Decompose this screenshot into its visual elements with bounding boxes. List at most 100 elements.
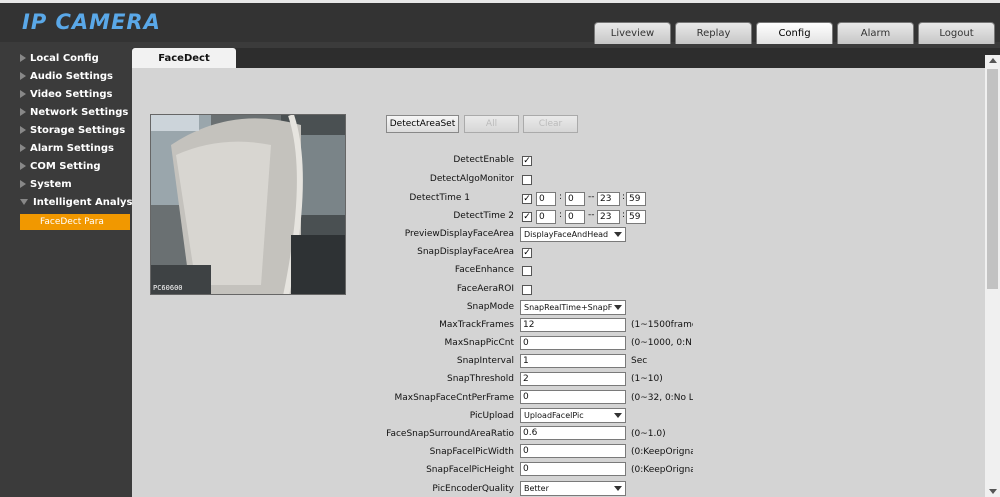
- detect-time-2-checkbox[interactable]: ✓: [522, 212, 532, 222]
- app-logo: IP CAMERA: [22, 10, 161, 34]
- all-button[interactable]: All: [464, 115, 519, 133]
- expand-arrow-icon: [20, 90, 26, 98]
- max-snap-pic-cnt-input[interactable]: 0: [520, 336, 626, 350]
- detect-time-1-end-minute[interactable]: 59: [626, 192, 646, 206]
- snap-facel-pic-width-input[interactable]: 0: [520, 444, 626, 458]
- pic-upload-label: PicUpload: [469, 411, 514, 421]
- max-snap-pic-cnt-label: MaxSnapPicCnt: [444, 338, 514, 348]
- tab-config[interactable]: Config: [756, 22, 833, 44]
- sidebar-item-audio-settings[interactable]: Audio Settings: [20, 68, 113, 85]
- detect-time-1-start-hour[interactable]: 0: [536, 192, 556, 206]
- detect-time-1-end-hour[interactable]: 23: [597, 192, 620, 206]
- detect-time-2-label: DetectTime 2: [453, 211, 514, 221]
- detect-enable-label: DetectEnable: [453, 155, 514, 165]
- sidebar-subitem-facedect-para[interactable]: FaceDect Para: [20, 214, 130, 230]
- preview-display-face-area-label: PreviewDisplayFaceArea: [404, 229, 514, 239]
- tab-alarm[interactable]: Alarm: [837, 22, 914, 44]
- expand-arrow-icon: [20, 108, 26, 116]
- detect-time-1-checkbox[interactable]: ✓: [522, 194, 532, 204]
- expand-arrow-icon: [20, 180, 26, 188]
- sub-tab-bar: [132, 48, 1000, 68]
- max-track-frames-input[interactable]: 12: [520, 318, 626, 332]
- detect-enable-checkbox[interactable]: ✓: [522, 156, 532, 166]
- scroll-up-arrow-icon[interactable]: [989, 58, 997, 63]
- time-dash: --: [588, 210, 595, 220]
- snap-facel-pic-height-label: SnapFacelPicHeight: [426, 465, 514, 475]
- detect-time-1-start-minute[interactable]: 0: [565, 192, 585, 206]
- tab-liveview[interactable]: Liveview: [594, 22, 671, 44]
- snap-display-face-area-checkbox[interactable]: ✓: [522, 248, 532, 258]
- snap-threshold-label: SnapThreshold: [447, 374, 514, 384]
- detect-time-2-end-minute[interactable]: 59: [626, 210, 646, 224]
- face-enhance-checkbox[interactable]: [522, 266, 532, 276]
- preview-label: PC60600: [153, 284, 183, 292]
- snap-display-face-area-label: SnapDisplayFaceArea: [417, 247, 514, 257]
- time-dash: --: [588, 192, 595, 202]
- snap-interval-input[interactable]: 1: [520, 354, 626, 368]
- snap-facel-pic-width-hint: (0:KeepOrigna: [631, 447, 693, 457]
- sidebar-item-local-config[interactable]: Local Config: [20, 50, 99, 67]
- face-enhance-label: FaceEnhance: [454, 265, 514, 275]
- expand-arrow-icon: [20, 144, 26, 152]
- vertical-scrollbar[interactable]: [985, 55, 1000, 497]
- expand-arrow-icon: [20, 72, 26, 80]
- detect-area-set-button[interactable]: DetectAreaSet: [386, 115, 459, 133]
- snap-facel-pic-height-input[interactable]: 0: [520, 462, 626, 476]
- pic-encoder-quality-select[interactable]: Better: [520, 481, 626, 496]
- max-snap-face-cnt-per-frame-hint: (0~32, 0:No L: [631, 393, 693, 403]
- tab-facedect[interactable]: FaceDect: [132, 48, 236, 69]
- snap-threshold-hint: (1~10): [631, 374, 663, 384]
- face-aera-roi-label: FaceAeraROI: [456, 284, 514, 294]
- max-track-frames-hint: (1~1500frame: [631, 320, 693, 330]
- time-colon: :: [622, 210, 626, 220]
- chevron-down-icon: [614, 305, 622, 310]
- sidebar-item-intelligent-analysis[interactable]: Intelligent Analysis: [20, 194, 142, 211]
- snap-mode-label: SnapMode: [466, 302, 514, 312]
- top-bar: IP CAMERA Liveview Replay Config Alarm L…: [0, 0, 1000, 44]
- preview-display-face-area-select[interactable]: DisplayFaceAndHead: [520, 227, 626, 242]
- chevron-down-icon: [614, 486, 622, 491]
- max-snap-pic-cnt-hint: (0~1000, 0:N: [631, 338, 692, 348]
- time-colon: :: [559, 192, 563, 202]
- sidebar-item-system[interactable]: System: [20, 176, 72, 193]
- tab-replay[interactable]: Replay: [675, 22, 752, 44]
- sidebar-item-storage-settings[interactable]: Storage Settings: [20, 122, 125, 139]
- detect-algo-monitor-checkbox[interactable]: [522, 175, 532, 185]
- snap-threshold-input[interactable]: 2: [520, 372, 626, 386]
- scroll-down-arrow-icon[interactable]: [989, 489, 997, 494]
- pic-upload-select[interactable]: UploadFacelPic: [520, 408, 626, 423]
- chevron-down-icon: [614, 413, 622, 418]
- max-snap-face-cnt-per-frame-input[interactable]: 0: [520, 390, 626, 404]
- max-track-frames-label: MaxTrackFrames: [439, 320, 514, 330]
- face-snap-surround-area-ratio-label: FaceSnapSurroundAreaRatio: [386, 429, 514, 439]
- sidebar-item-com-setting[interactable]: COM Setting: [20, 158, 101, 175]
- snap-interval-label: SnapInterval: [456, 356, 514, 366]
- scroll-thumb[interactable]: [987, 69, 998, 289]
- detect-time-1-label: DetectTime 1: [409, 193, 470, 203]
- sidebar-item-alarm-settings[interactable]: Alarm Settings: [20, 140, 114, 157]
- detect-time-2-end-hour[interactable]: 23: [597, 210, 620, 224]
- chevron-down-icon: [614, 232, 622, 237]
- time-colon: :: [622, 192, 626, 202]
- max-snap-face-cnt-per-frame-label: MaxSnapFaceCntPerFrame: [394, 393, 514, 403]
- snap-facel-pic-width-label: SnapFacelPicWidth: [429, 447, 514, 457]
- face-snap-surround-area-ratio-hint: (0~1.0): [631, 429, 666, 439]
- face-aera-roi-checkbox[interactable]: [522, 285, 532, 295]
- snap-facel-pic-height-hint: (0:KeepOrigna: [631, 465, 693, 475]
- collapse-arrow-icon: [20, 199, 28, 205]
- clear-button[interactable]: Clear: [523, 115, 578, 133]
- snap-mode-select[interactable]: SnapRealTime+SnapF: [520, 300, 626, 315]
- detect-algo-monitor-label: DetectAlgoMonitor: [429, 174, 514, 184]
- detect-time-2-start-minute[interactable]: 0: [565, 210, 585, 224]
- detect-time-2-start-hour[interactable]: 0: [536, 210, 556, 224]
- time-colon: :: [559, 210, 563, 220]
- snap-interval-hint: Sec: [631, 356, 648, 366]
- expand-arrow-icon: [20, 162, 26, 170]
- expand-arrow-icon: [20, 54, 26, 62]
- sidebar-item-network-settings[interactable]: Network Settings: [20, 104, 128, 121]
- expand-arrow-icon: [20, 126, 26, 134]
- sidebar-item-video-settings[interactable]: Video Settings: [20, 86, 113, 103]
- tab-logout[interactable]: Logout: [918, 22, 995, 44]
- pic-encoder-quality-label: PicEncoderQuality: [432, 484, 514, 494]
- face-snap-surround-area-ratio-input[interactable]: 0.6: [520, 426, 626, 440]
